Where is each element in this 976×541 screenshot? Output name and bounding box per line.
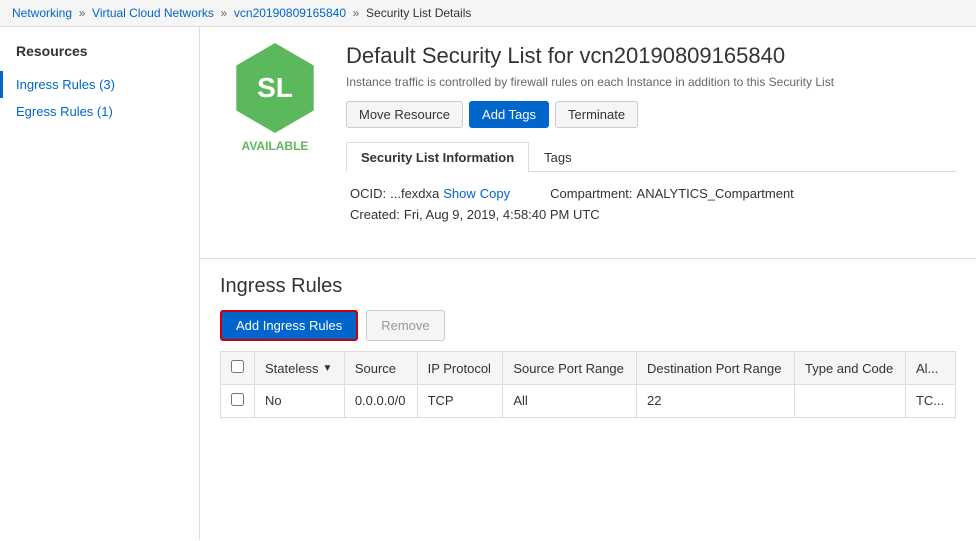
header-source-port-range: Source Port Range xyxy=(503,352,637,385)
header-source: Source xyxy=(344,352,417,385)
row-source: 0.0.0.0/0 xyxy=(344,385,417,418)
sidebar: Resources Ingress Rules (3) Egress Rules… xyxy=(0,27,200,540)
tab-tags[interactable]: Tags xyxy=(529,142,586,172)
row-source-port-range: All xyxy=(503,385,637,418)
remove-button[interactable]: Remove xyxy=(366,310,444,341)
header-info: Default Security List for vcn20190809165… xyxy=(330,43,956,242)
stateless-label: Stateless xyxy=(265,361,318,376)
main-content: SL AVAILABLE Default Security List for v… xyxy=(200,27,976,540)
terminate-button[interactable]: Terminate xyxy=(555,101,638,128)
info-row-ocid: OCID: ...fexdxa Show Copy Compartment: A… xyxy=(346,186,956,207)
ocid-label: OCID: xyxy=(350,186,386,201)
header-section: SL AVAILABLE Default Security List for v… xyxy=(200,27,976,259)
table-header-row: Stateless ▼ Source IP Protocol Source Po… xyxy=(221,352,956,385)
ocid-item: OCID: ...fexdxa Show Copy xyxy=(350,186,510,201)
page-subtitle: Instance traffic is controlled by firewa… xyxy=(346,75,956,89)
select-all-checkbox[interactable] xyxy=(231,360,244,373)
row-checkbox[interactable] xyxy=(231,393,244,406)
row-destination-port-range: 22 xyxy=(637,385,795,418)
tab-content: OCID: ...fexdxa Show Copy Compartment: A… xyxy=(346,172,956,242)
sidebar-link-ingress[interactable]: Ingress Rules (3) xyxy=(16,77,115,92)
header-ip-protocol: IP Protocol xyxy=(417,352,503,385)
breadcrumb: Networking » Virtual Cloud Networks » vc… xyxy=(0,0,976,27)
header-allows: Al... xyxy=(905,352,955,385)
action-buttons: Move Resource Add Tags Terminate xyxy=(346,101,956,128)
header-destination-port-range: Destination Port Range xyxy=(637,352,795,385)
breadcrumb-vcn-list[interactable]: Virtual Cloud Networks xyxy=(92,6,214,20)
compartment-item: Compartment: ANALYTICS_Compartment xyxy=(550,186,794,201)
sidebar-item-ingress-rules[interactable]: Ingress Rules (3) xyxy=(0,71,199,98)
sidebar-item-egress-rules[interactable]: Egress Rules (1) xyxy=(0,98,199,125)
created-label: Created: xyxy=(350,207,400,222)
breadcrumb-vcn[interactable]: vcn20190809165840 xyxy=(234,6,346,20)
row-allows: TC... xyxy=(905,385,955,418)
compartment-value: ANALYTICS_Compartment xyxy=(637,186,794,201)
ocid-show-link[interactable]: Show xyxy=(443,186,476,201)
stateless-sort-icon: ▼ xyxy=(322,363,332,374)
info-row-created: Created: Fri, Aug 9, 2019, 4:58:40 PM UT… xyxy=(346,207,956,228)
breadcrumb-current: Security List Details xyxy=(366,6,471,20)
add-ingress-rules-button[interactable]: Add Ingress Rules xyxy=(220,310,358,341)
table-actions: Add Ingress Rules Remove xyxy=(220,310,956,341)
compartment-label: Compartment: xyxy=(550,186,632,201)
tab-security-list-information[interactable]: Security List Information xyxy=(346,142,529,172)
created-item: Created: Fri, Aug 9, 2019, 4:58:40 PM UT… xyxy=(350,207,600,222)
created-value: Fri, Aug 9, 2019, 4:58:40 PM UTC xyxy=(404,207,600,222)
status-badge: AVAILABLE xyxy=(242,139,309,153)
header-type-and-code: Type and Code xyxy=(795,352,906,385)
ocid-value: ...fexdxa xyxy=(390,186,439,201)
header-stateless[interactable]: Stateless ▼ xyxy=(255,352,345,385)
ocid-copy-link[interactable]: Copy xyxy=(480,186,510,201)
add-tags-button[interactable]: Add Tags xyxy=(469,101,549,128)
tabs: Security List Information Tags xyxy=(346,142,956,172)
ingress-title: Ingress Rules xyxy=(220,275,956,298)
sidebar-link-egress[interactable]: Egress Rules (1) xyxy=(16,104,113,119)
row-type-and-code xyxy=(795,385,906,418)
move-resource-button[interactable]: Move Resource xyxy=(346,101,463,128)
row-stateless: No xyxy=(255,385,345,418)
hex-logo: SL xyxy=(230,43,320,133)
table-row: No 0.0.0.0/0 TCP All 22 TC... xyxy=(221,385,956,418)
row-checkbox-cell xyxy=(221,385,255,418)
stateless-sort[interactable]: Stateless ▼ xyxy=(265,361,334,376)
ingress-rules-table: Stateless ▼ Source IP Protocol Source Po… xyxy=(220,351,956,418)
logo-area: SL AVAILABLE xyxy=(220,43,330,242)
sidebar-title: Resources xyxy=(0,43,199,71)
hex-initials: SL xyxy=(257,72,293,104)
ingress-section: Ingress Rules Add Ingress Rules Remove S… xyxy=(200,259,976,434)
row-ip-protocol: TCP xyxy=(417,385,503,418)
breadcrumb-networking[interactable]: Networking xyxy=(12,6,72,20)
header-checkbox-col xyxy=(221,352,255,385)
page-title: Default Security List for vcn20190809165… xyxy=(346,43,956,69)
